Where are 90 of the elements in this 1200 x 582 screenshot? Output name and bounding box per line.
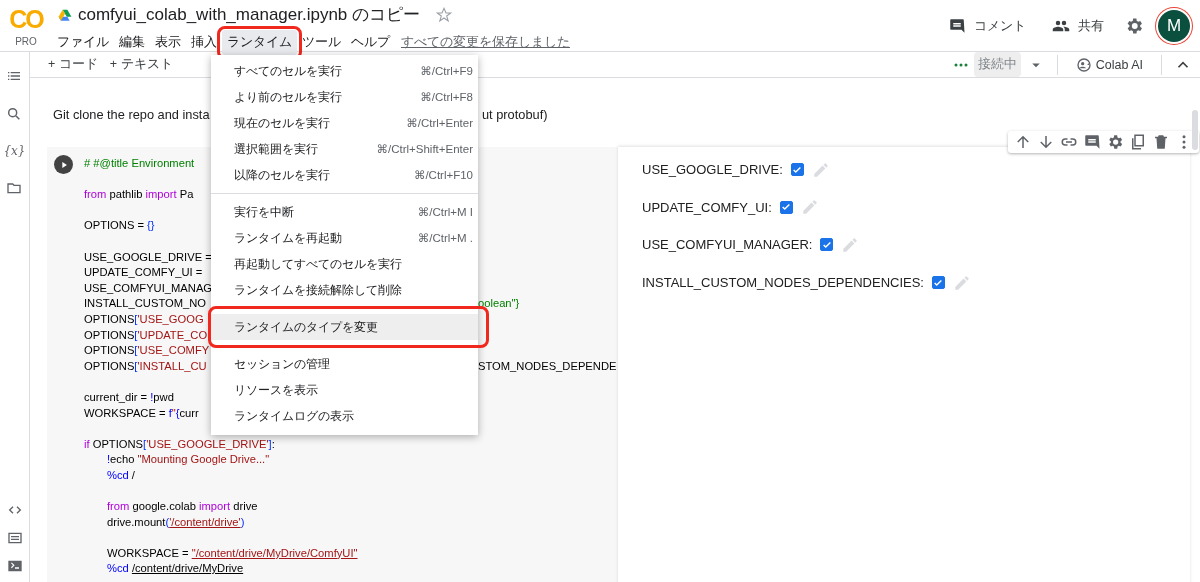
text-line: Git clone the repo and insta <box>53 107 210 124</box>
field-label: INSTALL_CUSTOM_NODES_DEPENDENCIES: <box>642 275 924 291</box>
code-text: OPTIONS['INSTALL_CU <box>84 358 207 374</box>
field-label: USE_GOOGLE_DRIVE: <box>642 162 783 178</box>
code-text: STOM_NODES_DEPENDE <box>478 358 617 374</box>
shortcut-text: ⌘/Ctrl+M . <box>417 231 473 245</box>
code-text: WORKSPACE = "/content/drive/MyDrive/ComfyUI" <box>107 545 358 561</box>
drive-icon <box>58 8 72 22</box>
checkmark-icon <box>792 164 803 175</box>
code-text: if OPTIONS['USE_GOOGLE_DRIVE']: <box>84 436 275 452</box>
menu-tab[interactable]: ファイル <box>52 30 114 55</box>
add-cell-button[interactable]: + テキスト <box>103 54 179 75</box>
arrow-down-icon[interactable] <box>1037 133 1055 151</box>
menu-item[interactable]: ランタイムログの表示 <box>211 403 478 429</box>
code-text: OPTIONS['USE_GOOG <box>84 311 204 327</box>
menu-item[interactable]: より前のセルを実行 ⌘/Ctrl+F8 <box>211 84 478 110</box>
menu-item[interactable]: 実行を中断 ⌘/Ctrl+M I <box>211 199 478 225</box>
code-text: # #@title Environment <box>84 156 195 171</box>
copy-icon[interactable] <box>1129 133 1147 151</box>
menu-item[interactable]: すべてのセルを実行 ⌘/Ctrl+F9 <box>211 58 478 84</box>
run-button[interactable] <box>54 155 73 174</box>
trash-icon[interactable] <box>1152 133 1170 151</box>
avatar[interactable]: M <box>1158 10 1190 42</box>
ai-icon <box>1075 56 1092 73</box>
code-text: USE_COMFYUI_MANAG <box>84 280 213 296</box>
notebook-title[interactable]: comfyui_colab_with_manager.ipynb のコピー <box>78 5 421 25</box>
shortcut-text: ⌘/Ctrl+F8 <box>420 90 473 104</box>
code-text: OPTIONS['USE_COMFY <box>84 343 210 359</box>
checkmark-icon <box>781 202 792 213</box>
menu-item[interactable]: ランタイムを接続解除して削除 <box>211 277 478 303</box>
variables-icon[interactable]: {x} <box>3 144 26 158</box>
code-text: UPDATE_COMFY_UI = <box>84 265 203 281</box>
code-text: %cd / <box>107 467 135 483</box>
checkbox[interactable] <box>779 200 793 214</box>
menu-item[interactable]: ランタイムのタイプを変更 <box>211 314 478 340</box>
menu-tab[interactable]: ランタイム <box>222 30 297 55</box>
text-line: ut protobuf) <box>482 107 548 124</box>
colab-ai-button[interactable]: Colab AI <box>1069 54 1149 75</box>
code-text: %cd /content/drive/MyDrive <box>107 561 244 577</box>
code-text: USE_GOOGLE_DRIVE = <box>84 249 212 265</box>
field-label: UPDATE_COMFY_UI: <box>642 199 772 215</box>
arrow-up-icon[interactable] <box>1014 133 1032 151</box>
menu-tab[interactable]: 編集 <box>114 30 150 55</box>
code-text: current_dir = !pwd <box>84 389 174 405</box>
logo-text: CO <box>9 6 43 32</box>
shortcut-text: ⌘/Ctrl+Enter <box>406 116 473 130</box>
connected-dots-icon <box>953 62 968 67</box>
menu-tab[interactable]: 挿入 <box>186 30 222 55</box>
field-label: USE_COMFYUI_MANAGER: <box>642 237 813 253</box>
menu-item[interactable]: リソースを表示 <box>211 377 478 403</box>
search-icon[interactable] <box>6 106 23 122</box>
menu-item[interactable]: 以降のセルを実行 ⌘/Ctrl+F10 <box>211 162 478 188</box>
checkmark-icon <box>933 277 944 288</box>
code-text: OPTIONS['UPDATE_CO <box>84 327 208 343</box>
add-cell-button[interactable]: + コード <box>42 54 104 75</box>
save-status-link[interactable]: すべての変更を保存しました <box>401 34 570 51</box>
menu-tab[interactable]: 表示 <box>150 30 186 55</box>
menu-item[interactable]: 再起動してすべてのセルを実行 <box>211 251 478 277</box>
checkmark-icon <box>822 240 832 250</box>
checkbox[interactable] <box>820 238 834 252</box>
shortcut-text: ⌘/Ctrl+M I <box>417 205 473 219</box>
menu-item[interactable]: 現在のセルを実行 ⌘/Ctrl+Enter <box>211 110 478 136</box>
menu-tab[interactable]: ヘルプ <box>346 30 395 55</box>
scrollbar[interactable] <box>1192 110 1198 150</box>
menu-item[interactable]: ランタイムを再起動 ⌘/Ctrl+M . <box>211 225 478 251</box>
code-text: from google.colab import drive <box>107 499 258 515</box>
terminal-icon[interactable] <box>6 558 23 574</box>
code-text: OPTIONS = {} <box>84 218 155 234</box>
keyboard-icon[interactable] <box>6 530 23 546</box>
code-text: INSTALL_CUSTOM_NO <box>84 296 207 312</box>
checkbox[interactable] <box>790 163 804 177</box>
code-text: oolean"} <box>478 296 520 312</box>
folder-icon[interactable] <box>6 180 23 196</box>
code-text: drive.mount('/content/drive') <box>107 514 245 530</box>
shortcut-text: ⌘/Ctrl+F9 <box>420 64 473 78</box>
menu-item[interactable]: 選択範囲を実行 ⌘/Ctrl+Shift+Enter <box>211 136 478 162</box>
shortcut-text: ⌘/Ctrl+F10 <box>413 168 473 182</box>
comment-icon <box>948 17 966 35</box>
plan-label: PRO <box>15 36 37 47</box>
menu-item[interactable]: セッションの管理 <box>211 351 478 377</box>
code-text: WORKSPACE = f"{curr <box>84 405 199 421</box>
code-text: !echo "Mounting Google Drive..." <box>107 452 270 468</box>
comment-icon[interactable] <box>1083 133 1101 151</box>
checkbox[interactable] <box>932 276 945 290</box>
menu-tab[interactable]: ツール <box>297 30 346 55</box>
comment-button[interactable]: コメント <box>942 13 1032 39</box>
shortcut-text: ⌘/Ctrl+Shift+Enter <box>376 142 473 156</box>
star-icon[interactable] <box>436 7 453 23</box>
code-text: from pathlib import Pa <box>84 187 194 203</box>
share-button[interactable]: 共有 <box>1046 13 1110 39</box>
